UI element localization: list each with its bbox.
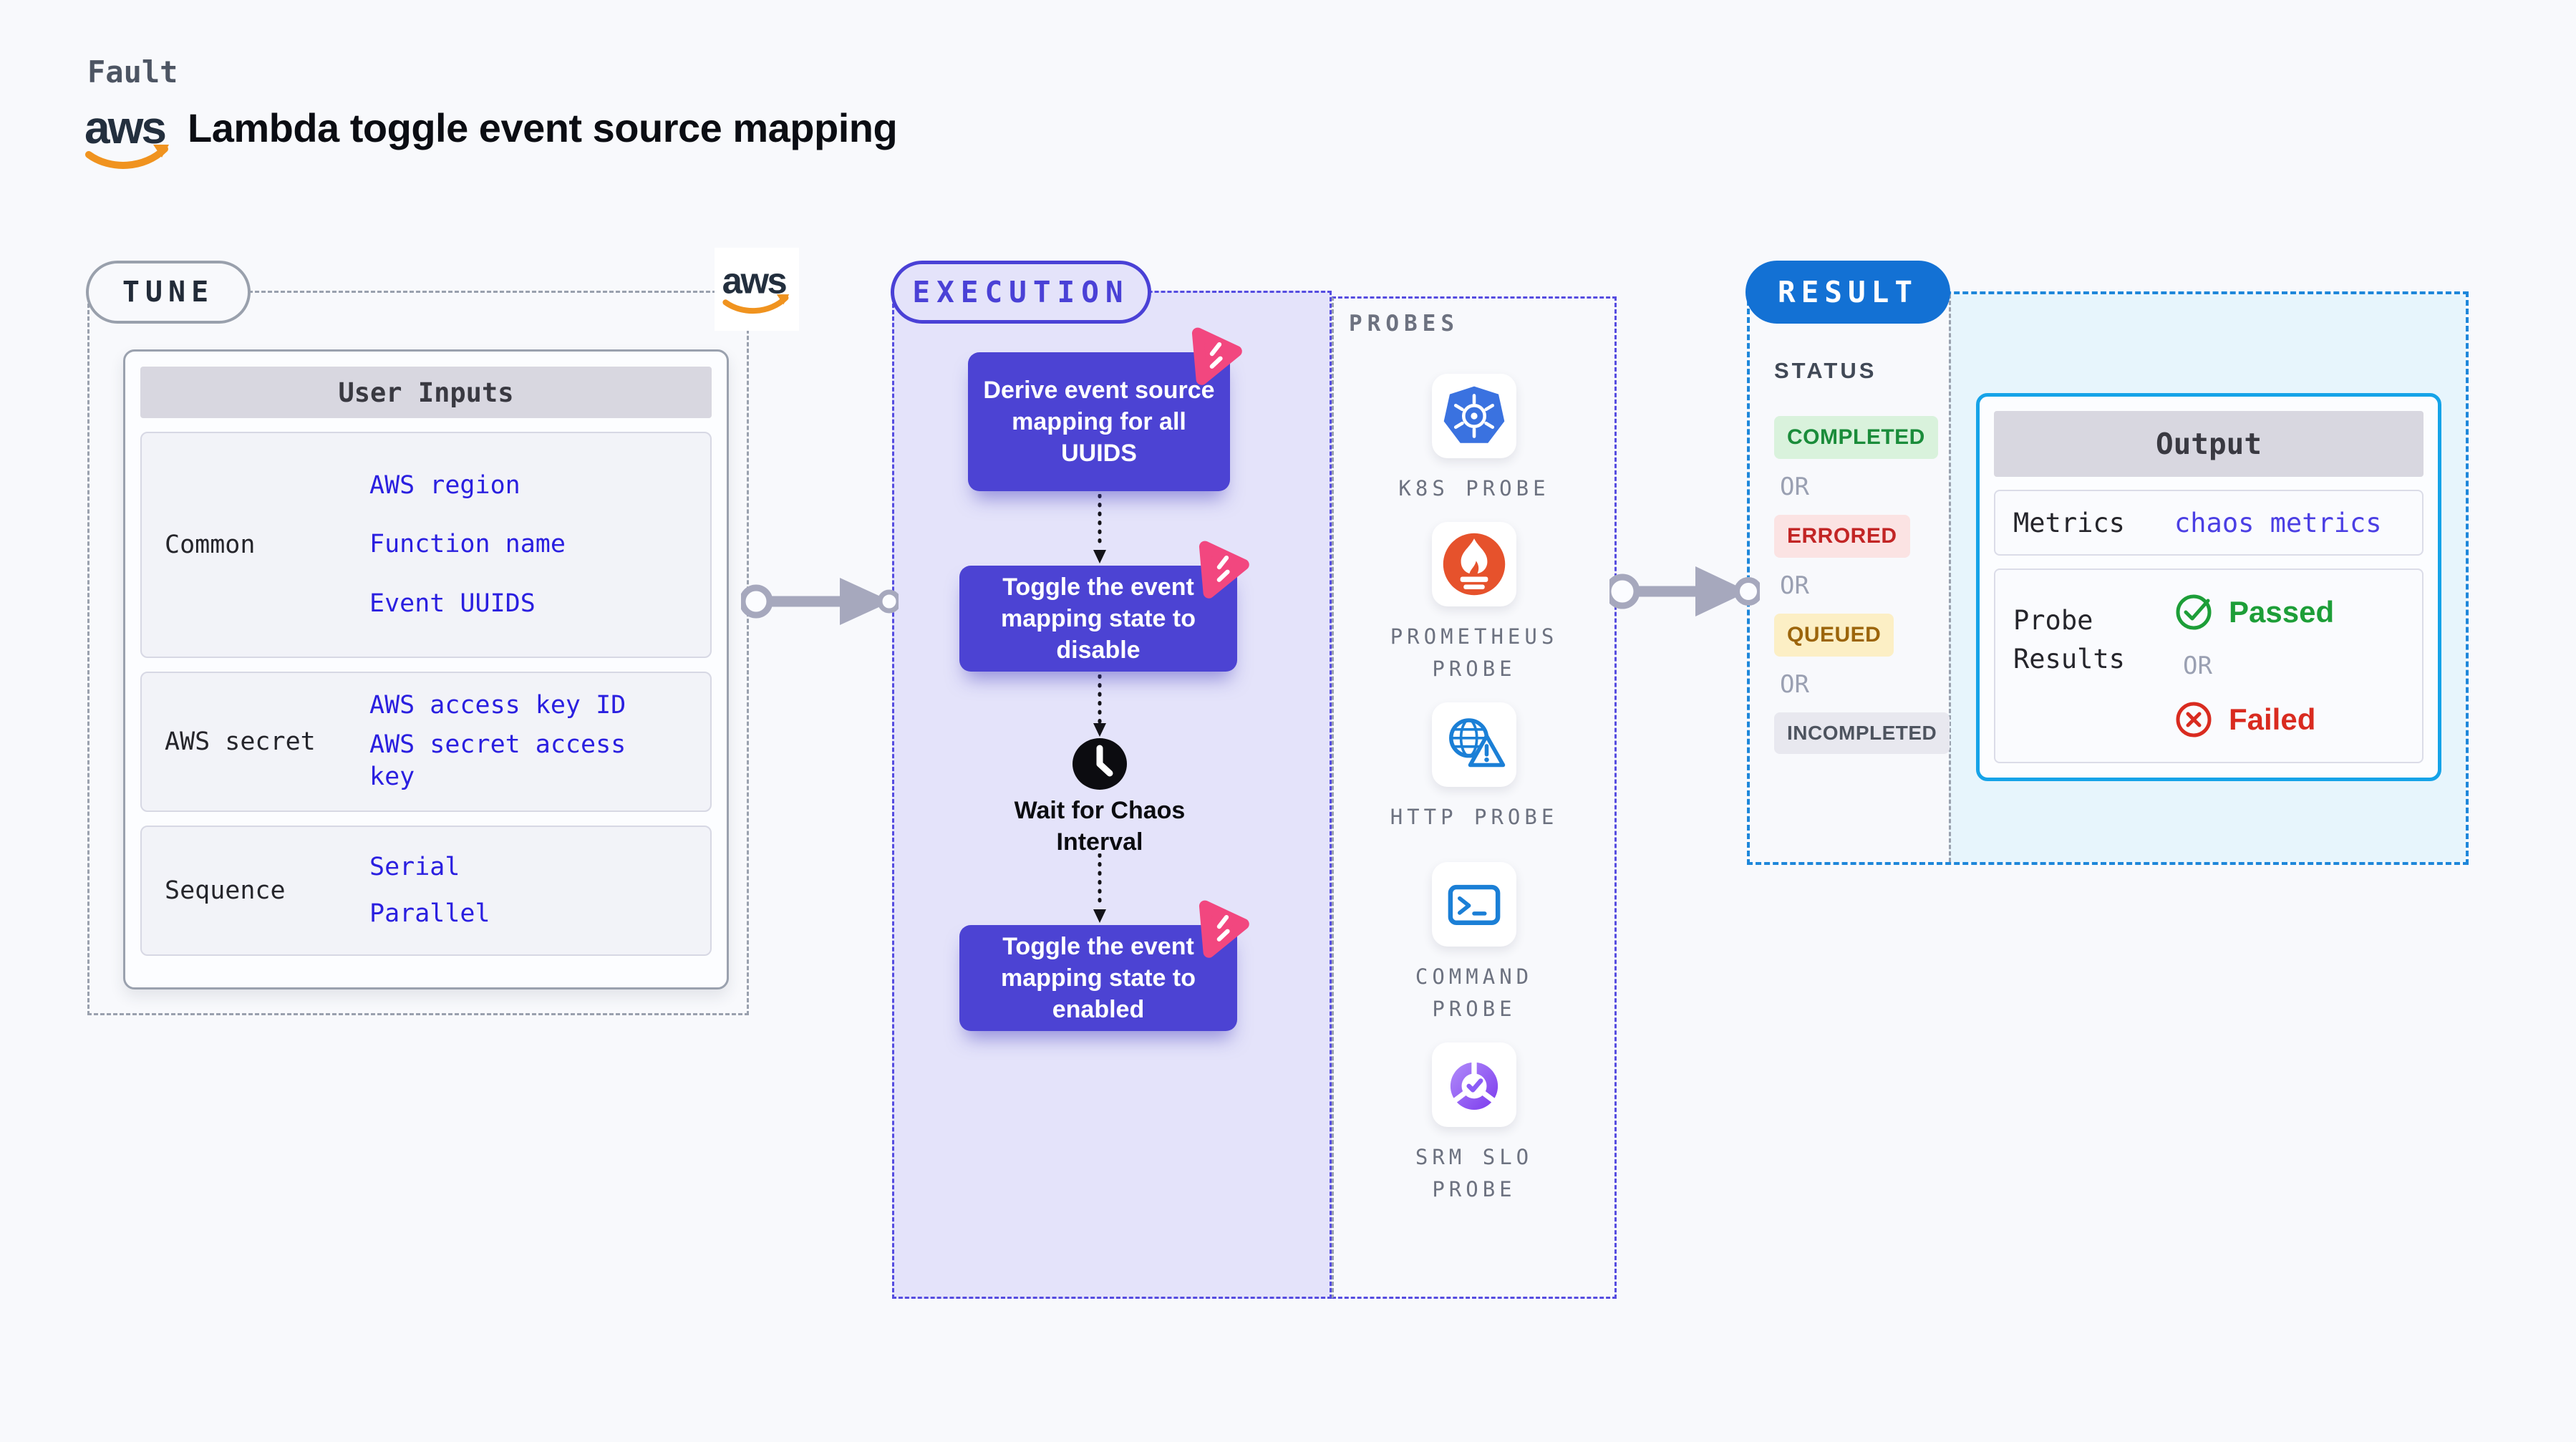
slo-pie-icon	[1432, 1042, 1516, 1127]
prometheus-icon	[1432, 522, 1516, 606]
input-value: Serial	[369, 852, 460, 881]
litmus-chaos-icon	[1199, 900, 1249, 958]
probes-title: PROBES	[1349, 311, 1459, 337]
input-group-label: Sequence	[165, 876, 286, 905]
step-toggle-disable: Toggle the event mapping state to disabl…	[959, 541, 1249, 672]
input-value: AWS secret access key	[369, 730, 626, 792]
probe-prometheus: PROMETHEUS PROBE	[1374, 522, 1574, 685]
connector-arrow	[1093, 853, 1106, 923]
aws-logo: aws	[83, 100, 173, 176]
diagram-canvas: Fault aws Lambda toggle event source map…	[0, 0, 2576, 1442]
or-separator: OR	[1780, 473, 1809, 501]
svg-text:aws: aws	[722, 261, 787, 301]
or-separator: OR	[2183, 652, 2212, 680]
kubernetes-icon	[1432, 374, 1516, 458]
svg-text:aws: aws	[84, 102, 165, 153]
input-value: AWS region	[369, 470, 520, 500]
status-badge-errored: ERRORED	[1774, 515, 1910, 558]
page-title: Lambda toggle event source mapping	[188, 105, 898, 150]
input-group-label: Common	[165, 531, 256, 559]
status-badge-queued: QUEUED	[1774, 614, 1894, 657]
probe-label: COMMAND PROBE	[1415, 964, 1534, 1021]
litmus-chaos-icon	[1199, 541, 1249, 599]
status-column: STATUS COMPLETED OR ERRORED OR QUEUED OR…	[1774, 358, 1950, 754]
or-separator: OR	[1780, 571, 1809, 600]
probe-http: HTTP PROBE	[1374, 702, 1574, 833]
terminal-icon	[1432, 862, 1516, 947]
probes-to-result-arrow	[1609, 566, 1760, 616]
tune-pill: TUNE	[86, 261, 251, 324]
step-label: Derive event source mapping for all UUID…	[983, 376, 1215, 468]
tune-to-execution-arrow	[741, 578, 899, 625]
probe-result-failed: Failed	[2174, 700, 2315, 739]
probe-label: HTTP PROBE	[1390, 805, 1559, 829]
step-toggle-enabled: Toggle the event mapping state to enable…	[959, 900, 1249, 1031]
aws-fault-icon: aws	[715, 248, 799, 331]
input-group-aws-secret: AWS secret AWS access key ID AWS secret …	[140, 672, 712, 812]
fault-kind-label: Fault	[87, 54, 178, 89]
input-value: Event UUIDS	[369, 589, 536, 618]
x-circle-icon	[2176, 702, 2212, 737]
passed-label: Passed	[2229, 595, 2335, 629]
probe-results-row: Probe Results Passed OR Failed	[1994, 568, 2424, 763]
probe-label: SRM SLO PROBE	[1415, 1145, 1534, 1201]
execution-pill: EXECUTION	[891, 261, 1151, 324]
output-card: Output Metrics chaos metrics Probe Resul…	[1976, 393, 2441, 781]
probe-k8s: K8S PROBE	[1374, 374, 1574, 505]
probe-result-passed: Passed	[2174, 593, 2334, 632]
status-badge-incompleted: INCOMPLETED	[1774, 712, 1950, 754]
metrics-value: chaos metrics	[2174, 507, 2382, 538]
metrics-label: Metrics	[2013, 507, 2125, 538]
input-value: Function name	[369, 530, 566, 559]
probe-results-label: Probe Results	[2013, 605, 2125, 674]
user-inputs-table: User Inputs Common AWS region Function n…	[123, 349, 729, 989]
http-globe-icon	[1432, 702, 1516, 787]
connector-arrow	[1093, 494, 1106, 563]
clock-icon	[1072, 737, 1128, 790]
connector-arrow	[1093, 674, 1106, 737]
result-pill: RESULT	[1745, 261, 1950, 324]
input-value: Parallel	[369, 899, 490, 928]
probe-command: COMMAND PROBE	[1374, 862, 1574, 1025]
litmus-chaos-icon	[1191, 327, 1242, 385]
probe-label: K8S PROBE	[1398, 476, 1550, 500]
or-separator: OR	[1780, 670, 1809, 699]
check-circle-icon	[2176, 594, 2212, 630]
metrics-row: Metrics chaos metrics	[1994, 490, 2424, 556]
input-group-common: Common AWS region Function name Event UU…	[140, 432, 712, 658]
status-heading: STATUS	[1774, 358, 1877, 383]
user-inputs-header: User Inputs	[140, 367, 712, 418]
failed-label: Failed	[2229, 702, 2316, 736]
input-group-label: AWS secret	[165, 727, 316, 756]
input-value: AWS access key ID	[369, 691, 626, 720]
input-group-sequence: Sequence Serial Parallel	[140, 826, 712, 956]
probe-label: PROMETHEUS PROBE	[1390, 624, 1559, 681]
step-derive-event-source-mapping: Derive event source mapping for all UUID…	[968, 327, 1242, 491]
output-header: Output	[1994, 411, 2424, 477]
status-badge-completed: COMPLETED	[1774, 416, 1938, 459]
wait-for-chaos-interval-label: Wait for Chaos Interval	[1014, 797, 1186, 856]
probe-srm-slo: SRM SLO PROBE	[1374, 1042, 1574, 1206]
